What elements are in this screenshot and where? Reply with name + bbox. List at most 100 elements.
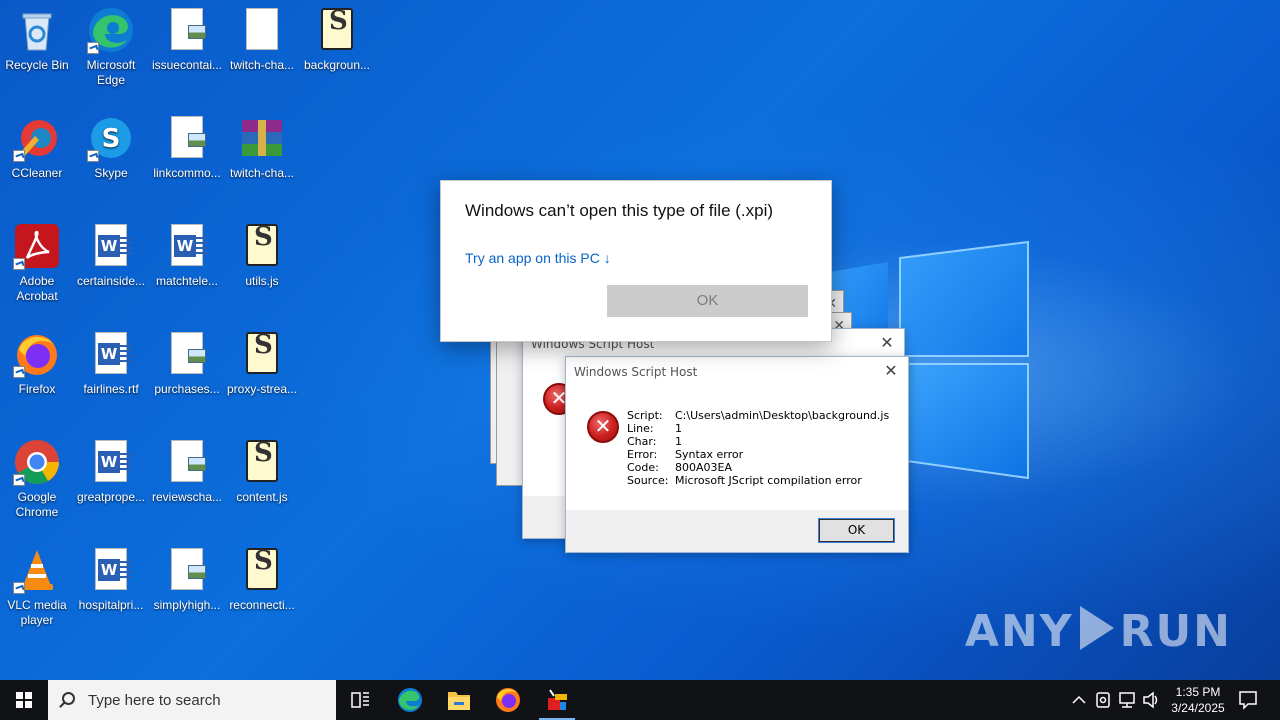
- image-file-icon: [163, 438, 211, 486]
- desktop-icon-label: Recycle Bin: [5, 58, 69, 72]
- script-file-icon: S: [313, 6, 361, 54]
- desktop-icon-adobe-acrobat[interactable]: Adobe Acrobat: [0, 222, 75, 304]
- task-view-button[interactable]: [336, 680, 384, 720]
- acrobat-icon: [13, 222, 61, 270]
- taskbar-file-explorer[interactable]: [435, 680, 483, 720]
- notification-icon: [1239, 691, 1257, 710]
- start-button[interactable]: [0, 680, 48, 720]
- anyrun-watermark: ANY RUN: [964, 606, 1232, 657]
- winrar-archive-icon: [238, 114, 286, 162]
- desktop-icon-label: twitch-cha...: [229, 58, 295, 72]
- detail-row: Script: C:\Users\admin\Desktop\background…: [627, 409, 889, 422]
- taskbar-clock[interactable]: 1:35 PM 3/24/2025: [1160, 684, 1236, 716]
- desktop-icon-image-file[interactable]: simplyhigh...: [149, 546, 225, 613]
- desktop-icon-label: Skype: [94, 166, 128, 180]
- desktop-icon-label: certainside...: [76, 274, 146, 288]
- firefox-icon: [496, 688, 520, 712]
- taskbar-firefox[interactable]: [484, 680, 532, 720]
- show-hidden-icons-button[interactable]: [1068, 680, 1090, 720]
- volume-button[interactable]: [1140, 680, 1162, 720]
- detail-value: C:\Users\admin\Desktop\background.js: [675, 409, 890, 422]
- ccleaner-icon: [13, 114, 61, 162]
- skype-icon: S: [87, 114, 135, 162]
- wsh-error-dialog: Windows Script Host ✕ ✕ Script: C:\Users\…: [565, 356, 909, 553]
- desktop-icon-script-file[interactable]: S proxy-strea...: [224, 330, 300, 397]
- desktop-icon-script-file[interactable]: S utils.js: [224, 222, 300, 289]
- ok-button[interactable]: OK: [607, 285, 808, 317]
- open-with-dialog: Windows can’t open this type of file (.x…: [440, 180, 832, 342]
- network-icon: [1119, 692, 1135, 708]
- desktop-icon-firefox[interactable]: Firefox: [0, 330, 75, 397]
- edge-icon: [398, 688, 422, 712]
- desktop-icon-label: reviewscha...: [151, 490, 223, 504]
- edge-icon: [87, 6, 135, 54]
- detail-value: 1: [675, 435, 682, 448]
- taskbar-search-box[interactable]: Type here to search: [48, 680, 336, 720]
- desktop-icon-label: greatprope...: [76, 490, 146, 504]
- desktop-icon-image-file[interactable]: reviewscha...: [149, 438, 225, 505]
- desktop-icon-ccleaner[interactable]: CCleaner: [0, 114, 75, 181]
- desktop-icon-blank-file[interactable]: twitch-cha...: [224, 6, 300, 73]
- desktop-icon-image-file[interactable]: linkcommo...: [149, 114, 225, 181]
- dialog-titlebar: Windows Script Host ✕: [566, 357, 908, 387]
- desktop-icon-script-file[interactable]: S backgroun...: [299, 6, 375, 73]
- close-icon[interactable]: ✕: [878, 334, 896, 352]
- detail-key: Char:: [627, 435, 657, 448]
- desktop-icon-script-file[interactable]: S reconnecti...: [224, 546, 300, 613]
- detail-row: Char: 1: [627, 435, 889, 448]
- desktop-icon-label: Adobe Acrobat: [16, 274, 58, 303]
- taskbar-edge[interactable]: [386, 680, 434, 720]
- desktop-icon-word-file[interactable]: W matchtele...: [149, 222, 225, 289]
- detail-key: Source:: [627, 474, 669, 487]
- chevron-up-icon: [1072, 695, 1086, 704]
- word-file-icon: W: [87, 330, 135, 378]
- desktop-icon-label: linkcommo...: [153, 166, 221, 180]
- action-center-button[interactable]: [1236, 680, 1260, 720]
- desktop-icon-microsoft-edge[interactable]: Microsoft Edge: [73, 6, 149, 88]
- detail-key: Script:: [627, 409, 663, 422]
- word-file-icon: W: [163, 222, 211, 270]
- blank-file-icon: [238, 6, 286, 54]
- desktop-icon-image-file[interactable]: issuecontai...: [149, 6, 225, 73]
- detail-row: Code: 800A03EA: [627, 461, 889, 474]
- desktop-icon-label: reconnecti...: [229, 598, 295, 612]
- chrome-icon: [13, 438, 61, 486]
- tray-device-icon-button[interactable]: [1092, 680, 1114, 720]
- desktop-icon-label: simplyhigh...: [153, 598, 221, 612]
- detail-value: Microsoft JScript compilation error: [675, 474, 862, 487]
- svg-text:S: S: [102, 124, 121, 154]
- desktop-icon-skype[interactable]: S Skype: [73, 114, 149, 181]
- close-icon[interactable]: ✕: [882, 362, 900, 380]
- desktop-icon-recycle-bin[interactable]: Recycle Bin: [0, 6, 75, 73]
- script-file-icon: S: [238, 546, 286, 594]
- desktop-icon-label: proxy-strea...: [226, 382, 298, 396]
- detail-key: Error:: [627, 448, 658, 461]
- speaker-icon: [1143, 691, 1158, 709]
- desktop-icon-label: content.js: [236, 490, 288, 504]
- shortcut-arrow-icon: [13, 366, 25, 378]
- desktop-icon-label: issuecontai...: [151, 58, 223, 72]
- desktop-icon-image-file[interactable]: purchases...: [149, 330, 225, 397]
- desktop-icon-label: hospitalpri...: [78, 598, 144, 612]
- script-file-icon: S: [238, 330, 286, 378]
- desktop-icon-google-chrome[interactable]: Google Chrome: [0, 438, 75, 520]
- recycle-bin-icon: [13, 6, 61, 54]
- desktop-icon-script-file[interactable]: S content.js: [224, 438, 300, 505]
- desktop-icon-word-file[interactable]: W fairlines.rtf: [73, 330, 149, 397]
- task-view-icon: [351, 692, 369, 708]
- script-file-icon: S: [238, 222, 286, 270]
- desktop-icon-label: purchases...: [154, 382, 220, 396]
- desktop-icon-word-file[interactable]: W certainside...: [73, 222, 149, 289]
- dialog-title: Windows Script Host: [574, 365, 698, 379]
- taskbar-script-host[interactable]: [533, 680, 581, 720]
- desktop-icon-word-file[interactable]: W greatprope...: [73, 438, 149, 505]
- desktop-icon-label: utils.js: [245, 274, 279, 288]
- desktop-icon-vlc[interactable]: VLC media player: [0, 546, 75, 628]
- desktop-icon-label: CCleaner: [11, 166, 63, 180]
- desktop-icon-winrar-archive[interactable]: twitch-cha...: [224, 114, 300, 181]
- network-button[interactable]: [1116, 680, 1138, 720]
- desktop-icon-word-file[interactable]: W hospitalpri...: [73, 546, 149, 613]
- taskbar: Type here to search 1:35 PM 3/24/2025: [0, 680, 1280, 720]
- ok-button[interactable]: OK: [818, 518, 895, 543]
- try-app-link[interactable]: Try an app on this PC ↓: [465, 250, 611, 266]
